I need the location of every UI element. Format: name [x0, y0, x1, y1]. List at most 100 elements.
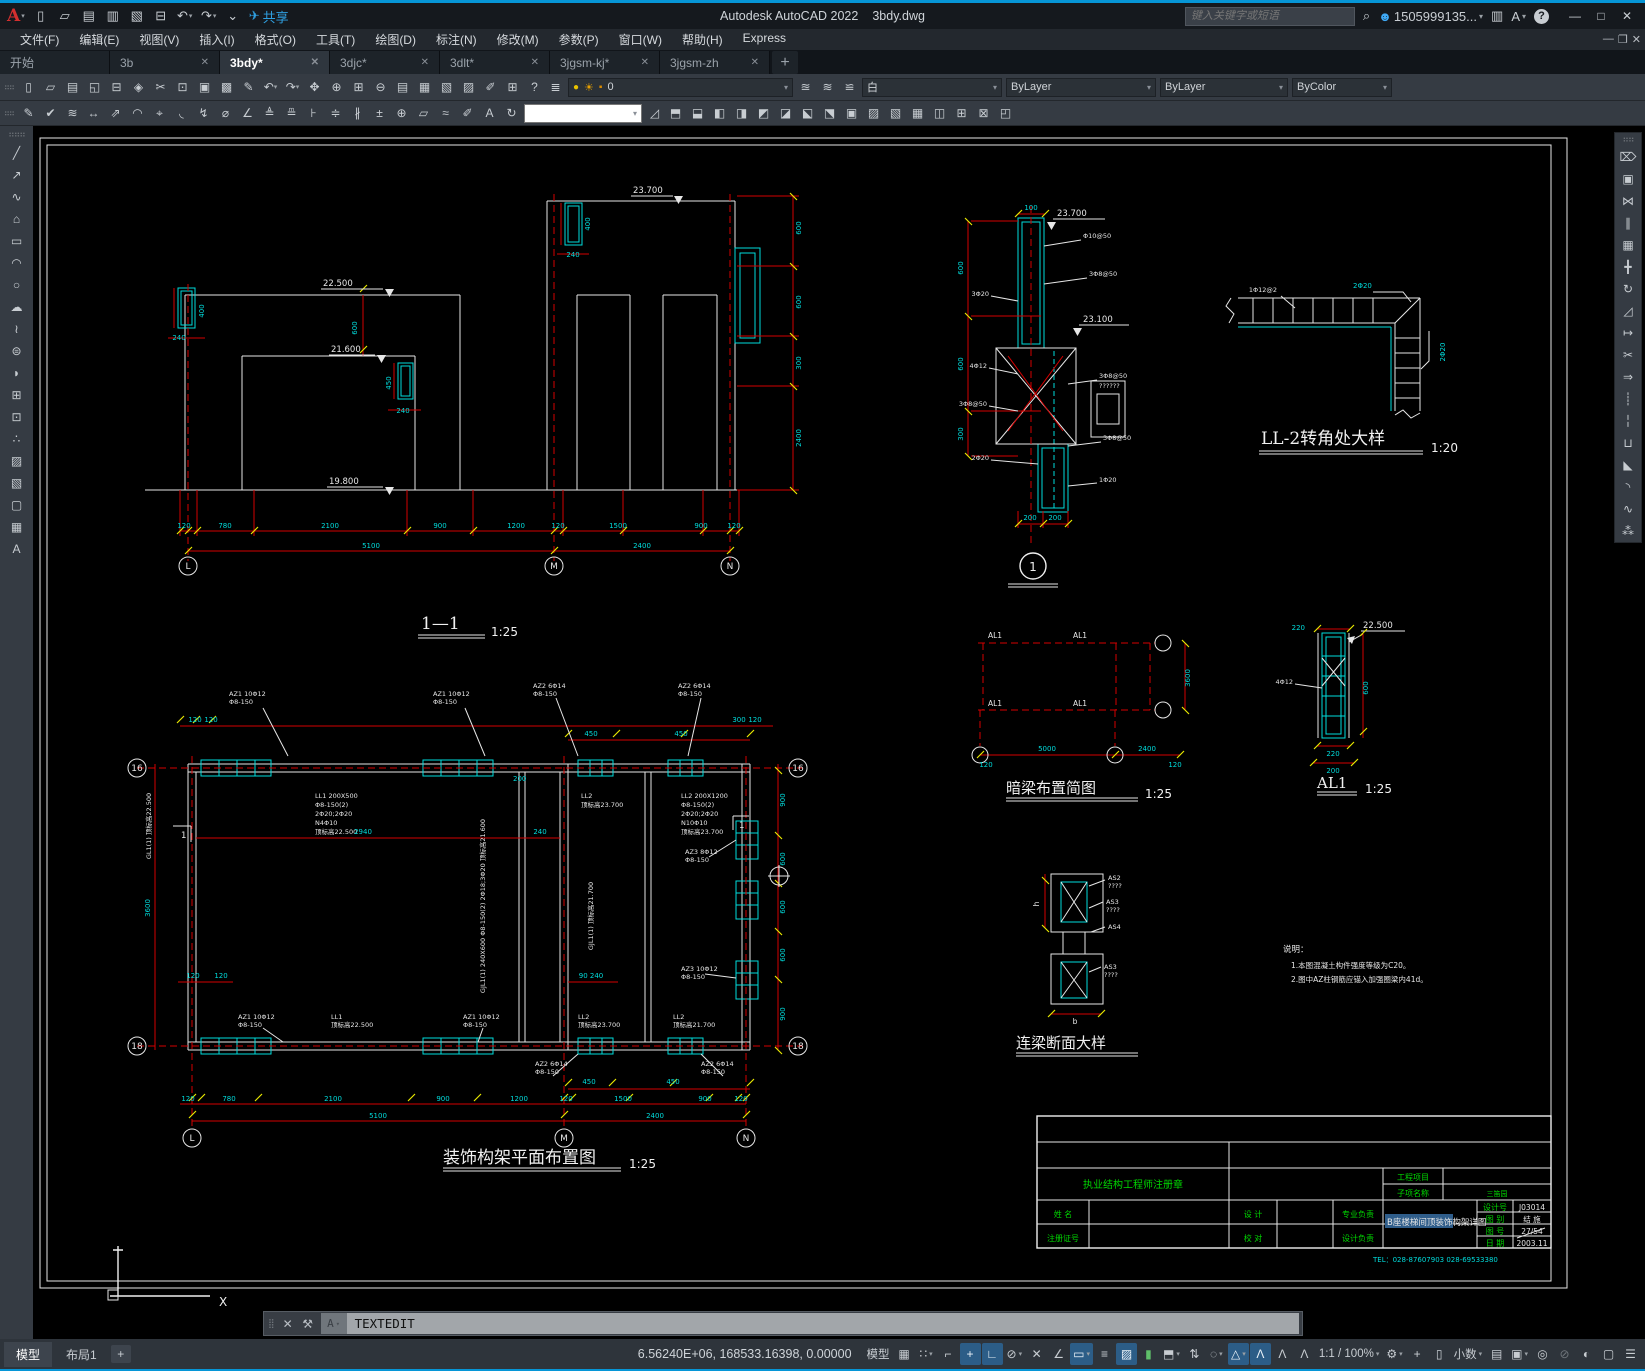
quickcalc-icon[interactable]: ⊞	[502, 77, 523, 98]
paste-icon[interactable]: ▣	[194, 77, 215, 98]
dynamic-input-icon[interactable]: ⌐	[938, 1343, 959, 1365]
zoom-window-icon[interactable]: ⊞	[348, 77, 369, 98]
make-block-icon[interactable]: ⊡	[5, 406, 29, 427]
dim-continue-icon[interactable]: ⊦	[303, 103, 324, 124]
save-button[interactable]: ▤	[78, 5, 100, 27]
doc-restore-button[interactable]: ❐	[1618, 33, 1628, 46]
menu-dimension[interactable]: 标注(N)	[426, 29, 487, 50]
sheet-set-icon[interactable]: ▨	[458, 77, 479, 98]
mtext-icon[interactable]: A	[5, 538, 29, 559]
blend-icon[interactable]: ∿	[1616, 498, 1640, 519]
gradient-icon[interactable]: ▧	[5, 472, 29, 493]
insert-block-icon[interactable]: ⊞	[5, 384, 29, 405]
layer-on-icon[interactable]: ●	[573, 82, 579, 93]
redo-icon[interactable]: ↷ ▾	[282, 77, 303, 98]
user-account-button[interactable]: ☻ 1505999135... ▾	[1378, 9, 1483, 24]
ortho-mode-icon[interactable]: ∟	[981, 1343, 1003, 1365]
open-icon[interactable]: ▱	[40, 77, 61, 98]
command-tools-icon[interactable]: ⚒	[298, 1317, 318, 1331]
workspace-gear-icon[interactable]: ⚙ ▾	[1383, 1343, 1405, 1365]
dim-linear-icon[interactable]: ↔	[83, 103, 104, 124]
markup-icon[interactable]: ✐	[480, 77, 501, 98]
trim-icon[interactable]: ✂	[1616, 344, 1640, 365]
zoom-previous-icon[interactable]: ⊖	[370, 77, 391, 98]
fillet-icon[interactable]: ◝	[1616, 476, 1640, 497]
dim-style-dropdown[interactable]: ▾	[524, 103, 642, 123]
snap-toggle-icon[interactable]: +	[959, 1343, 981, 1365]
layout1-tab[interactable]: 布局1	[54, 1342, 109, 1367]
ellipse-icon[interactable]: ⊜	[5, 340, 29, 361]
menu-express[interactable]: Express	[733, 29, 796, 50]
command-close-icon[interactable]: ✕	[278, 1317, 298, 1331]
designcenter-icon[interactable]: ▦	[414, 77, 435, 98]
autodesk-app-icon[interactable]: A ▾	[1511, 9, 1526, 24]
arc-icon[interactable]: ◠	[5, 252, 29, 273]
tab-3dlt[interactable]: 3dlt* ✕	[440, 51, 550, 74]
annotation-monitor-icon[interactable]: +	[1407, 1343, 1428, 1365]
tab-3jgsm-zh[interactable]: 3jgsm-zh ✕	[660, 51, 770, 74]
statusbar-model-button[interactable]: 模型	[864, 1343, 893, 1365]
copy-icon[interactable]: ▣	[1616, 168, 1640, 189]
angle-override-icon[interactable]: ∠	[1048, 1343, 1069, 1365]
color-dropdown[interactable]: 白 ▾	[862, 77, 1002, 97]
dim-aligned-icon[interactable]: ⇗	[105, 103, 126, 124]
point-icon[interactable]: ∴	[5, 428, 29, 449]
customize-icon[interactable]: ☰	[1620, 1343, 1641, 1365]
check-icon[interactable]: ◰	[995, 103, 1016, 124]
array-icon[interactable]: ▦	[1616, 234, 1640, 255]
offset-icon[interactable]: ∥	[1616, 212, 1640, 233]
isodraft-icon[interactable]: ▭ ▾	[1070, 1343, 1093, 1365]
extend-icon[interactable]: ⇒	[1616, 366, 1640, 387]
plot-button[interactable]: ⊟	[150, 5, 172, 27]
dim-edit-icon[interactable]: ✐	[457, 103, 478, 124]
menu-file[interactable]: 文件(F)	[10, 29, 69, 50]
redo-button[interactable]: ↷ ▾	[198, 5, 220, 27]
layer-state-2-icon[interactable]: ≋	[817, 77, 838, 98]
layer-state-3-icon[interactable]: ≌	[839, 77, 860, 98]
break-icon[interactable]: ╎	[1616, 410, 1640, 431]
lock-ui-icon[interactable]: ▣ ▾	[1508, 1343, 1531, 1365]
new-file-button[interactable]: ▯	[30, 5, 52, 27]
properties-icon[interactable]: ▤	[392, 77, 413, 98]
menu-insert[interactable]: 插入(I)	[189, 29, 244, 50]
menu-parametric[interactable]: 参数(P)	[549, 29, 609, 50]
circle-icon[interactable]: ○	[5, 274, 29, 295]
imprint-icon[interactable]: ▦	[907, 103, 928, 124]
menu-tools[interactable]: 工具(T)	[306, 29, 365, 50]
inspection-icon[interactable]: ▱	[413, 103, 434, 124]
construction-line-icon[interactable]: ↗	[5, 164, 29, 185]
layer-properties-icon[interactable]: ≣	[545, 77, 566, 98]
clean-screen-icon[interactable]: ▢	[1598, 1343, 1619, 1365]
grid-icon[interactable]: ▦	[894, 1343, 915, 1365]
center-mark-icon[interactable]: ⊕	[391, 103, 412, 124]
tolerance-icon[interactable]: ±	[369, 103, 390, 124]
scale-icon[interactable]: ◿	[1616, 300, 1640, 321]
separate-icon[interactable]: ⊞	[951, 103, 972, 124]
save-as-button[interactable]: ▥	[102, 5, 124, 27]
save-icon[interactable]: ▤	[62, 77, 83, 98]
dim-radius-icon[interactable]: ◟	[171, 103, 192, 124]
menu-view[interactable]: 视图(V)	[129, 29, 189, 50]
tab-3jgsm-kj[interactable]: 3jgsm-kj* ✕	[550, 51, 660, 74]
new-drawing-tab-button[interactable]: +	[772, 51, 798, 74]
jog-line-icon[interactable]: ≈	[435, 103, 456, 124]
osnap-tracking-icon[interactable]: ✕	[1026, 1343, 1047, 1365]
rotate-faces-icon[interactable]: ⬔	[819, 103, 840, 124]
rectangle-icon[interactable]: ▭	[5, 230, 29, 251]
tab-3b[interactable]: 3b ✕	[110, 51, 220, 74]
units-icon[interactable]: ▯	[1429, 1343, 1450, 1365]
menu-format[interactable]: 格式(O)	[245, 29, 306, 50]
annotation-scale-icon[interactable]: Λ	[1294, 1343, 1315, 1365]
copy-faces-icon[interactable]: ▨	[863, 103, 884, 124]
ellipse-arc-icon[interactable]: ◗	[5, 362, 29, 383]
cart-icon[interactable]: ▥	[1491, 8, 1503, 24]
print-icon[interactable]: ⊟	[106, 77, 127, 98]
new-icon[interactable]: ▯	[18, 77, 39, 98]
undo-icon[interactable]: ↶ ▾	[260, 77, 281, 98]
tab-3djc[interactable]: 3djc* ✕	[330, 51, 440, 74]
snap-mode-icon[interactable]: ∷ ▾	[916, 1343, 937, 1365]
stretch-icon[interactable]: ↦	[1616, 322, 1640, 343]
annotation-scale-value[interactable]: 1:1 / 100% ▾	[1316, 1343, 1383, 1365]
layer-thaw-icon[interactable]: ☀	[584, 81, 594, 94]
drawing-canvas[interactable]: 22.500 21.600 23.700 19.800 240 400 600 …	[33, 126, 1645, 1339]
